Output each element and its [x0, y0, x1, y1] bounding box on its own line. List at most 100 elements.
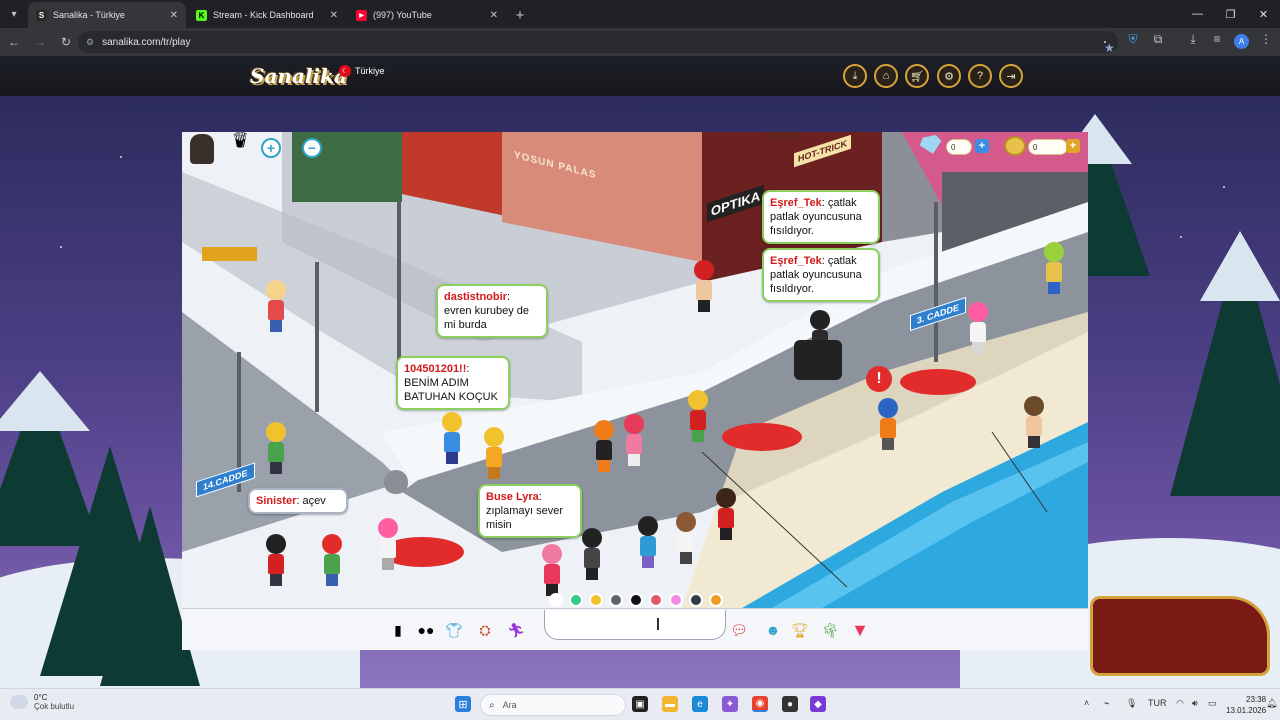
- weather-widget[interactable]: 0°C Çok bulutlu: [10, 693, 74, 711]
- game-canvas[interactable]: YOSUN PALAS OPTIKA HOT-TRICK İSLIDIR 14.…: [182, 132, 1088, 650]
- back-icon[interactable]: ←: [2, 30, 26, 54]
- maximize-icon[interactable]: ❐: [1214, 0, 1247, 28]
- tray-app-icon[interactable]: ⌁: [1104, 698, 1109, 709]
- battery-icon[interactable]: ▭: [1208, 698, 1217, 709]
- avatar-character[interactable]: [676, 512, 696, 564]
- avatar-character[interactable]: [878, 398, 898, 450]
- avatar-character[interactable]: [1044, 242, 1064, 294]
- chat-input[interactable]: [544, 610, 726, 640]
- clock[interactable]: 23:38 13.01.2026: [1226, 694, 1266, 716]
- avatar-character[interactable]: [442, 412, 462, 464]
- add-diamonds-button[interactable]: +: [975, 139, 989, 153]
- trophy-icon[interactable]: 🏆︎: [789, 619, 811, 641]
- alien-avatar[interactable]: [384, 470, 408, 494]
- minimize-icon[interactable]: —: [1181, 0, 1214, 28]
- sanalika-logo[interactable]: Sanalika: [250, 64, 347, 88]
- menu-triangle-icon[interactable]: ▼: [849, 619, 871, 641]
- chrome-icon[interactable]: ◉: [752, 696, 768, 712]
- clothes-icon[interactable]: 👕︎: [443, 619, 465, 641]
- menu-dots-icon[interactable]: ⋮: [1256, 32, 1276, 46]
- emote-icon[interactable]: ●●: [415, 619, 437, 641]
- help-button[interactable]: ?: [968, 64, 992, 88]
- avatar-character[interactable]: [322, 534, 342, 586]
- inventory-icon[interactable]: ⛭: [474, 619, 496, 641]
- avatar-character[interactable]: [694, 260, 714, 312]
- close-tab-icon[interactable]: ✕: [330, 10, 338, 21]
- avatar-character[interactable]: [266, 534, 286, 586]
- avatar-character[interactable]: [716, 488, 736, 540]
- avatar-character[interactable]: [688, 390, 708, 442]
- new-tab-button[interactable]: +: [508, 2, 532, 28]
- url-bar[interactable]: ⚙ sanalika.com/tr/play ★: [78, 31, 1118, 55]
- windows-start-icon[interactable]: ⊞: [455, 696, 471, 712]
- phone-icon[interactable]: ▮: [387, 619, 409, 641]
- copilot-icon[interactable]: ✦: [722, 696, 738, 712]
- settings-button[interactable]: ⚙: [937, 64, 961, 88]
- reading-list-icon[interactable]: ≡: [1207, 32, 1227, 46]
- profile-avatar[interactable]: A: [1234, 34, 1249, 49]
- microphone-icon[interactable]: 🎙︎: [1126, 698, 1137, 709]
- shield-extension-icon[interactable]: ⛨: [1123, 32, 1143, 47]
- tab-sanalika[interactable]: S Sanalika - Türkiye ✕: [28, 2, 186, 28]
- notifications-icon[interactable]: 🔔︎: [1266, 698, 1277, 709]
- gift-icon[interactable]: 🍟︎: [230, 132, 252, 152]
- avatar-character[interactable]: [1024, 396, 1044, 448]
- tab-youtube[interactable]: ▶ (997) YouTube ✕: [348, 2, 506, 28]
- avatar-character[interactable]: [582, 528, 602, 580]
- avatar-character[interactable]: [378, 518, 398, 570]
- island-icon[interactable]: 🌴︎: [819, 619, 841, 641]
- chat-color-black[interactable]: [629, 593, 643, 607]
- chat-bubbles-icon[interactable]: 💬︎: [728, 619, 750, 641]
- chat-color-green[interactable]: [569, 593, 583, 607]
- zoom-in-button[interactable]: +: [261, 138, 281, 158]
- avatar-character[interactable]: [266, 280, 286, 332]
- tab-kick[interactable]: K Stream - Kick Dashboard ✕: [188, 2, 346, 28]
- tray-chevron-icon[interactable]: ˄: [1084, 698, 1089, 708]
- atv-vehicle[interactable]: [794, 340, 842, 380]
- avatar-character[interactable]: [542, 544, 562, 596]
- taskbar-search[interactable]: ⌕ Ara: [480, 694, 626, 716]
- wifi-icon[interactable]: ◠: [1176, 698, 1184, 709]
- forward-icon[interactable]: →: [28, 30, 52, 54]
- volume-icon[interactable]: 🔊︎: [1192, 698, 1198, 709]
- chat-color-slate[interactable]: [609, 593, 623, 607]
- avatar-character[interactable]: [594, 420, 614, 472]
- edge-icon[interactable]: e: [692, 696, 708, 712]
- bookmark-star-icon[interactable]: ★: [1104, 41, 1115, 55]
- avatar-character[interactable]: [266, 422, 286, 474]
- player-avatar[interactable]: [190, 134, 214, 164]
- close-window-icon[interactable]: ✕: [1247, 0, 1280, 28]
- alert-marker-icon[interactable]: !: [866, 366, 892, 392]
- region-selector[interactable]: ☾ Türkiye: [339, 65, 385, 77]
- task-view-icon[interactable]: ▣: [632, 696, 648, 712]
- chat-color-yellow[interactable]: [589, 593, 603, 607]
- avatar-character[interactable]: [968, 302, 988, 354]
- reload-icon[interactable]: ↻: [54, 30, 78, 54]
- add-coins-button[interactable]: +: [1066, 139, 1080, 153]
- dance-icon[interactable]: 🏃︎: [505, 619, 527, 641]
- chat-color-orange[interactable]: [709, 593, 723, 607]
- close-tab-icon[interactable]: ✕: [170, 10, 178, 21]
- shop-button[interactable]: 🛒︎: [905, 64, 929, 88]
- language-indicator[interactable]: TUR: [1148, 698, 1167, 708]
- zoom-out-button[interactable]: −: [302, 138, 322, 158]
- avatar-character[interactable]: [624, 414, 644, 466]
- extensions-icon[interactable]: ⧉: [1148, 32, 1168, 47]
- close-tab-icon[interactable]: ✕: [490, 10, 498, 21]
- site-info-icon[interactable]: ⚙: [86, 37, 94, 48]
- chat-color-dark[interactable]: [689, 593, 703, 607]
- download-button[interactable]: ⤓: [843, 64, 867, 88]
- home-button[interactable]: ⌂: [874, 64, 898, 88]
- chat-color-pink[interactable]: [669, 593, 683, 607]
- avatar-character[interactable]: [638, 516, 658, 568]
- avatar-character[interactable]: [484, 427, 504, 479]
- app-icon[interactable]: ◆: [810, 696, 826, 712]
- downloads-icon[interactable]: ⤓: [1183, 32, 1203, 47]
- logout-button[interactable]: ⇥: [999, 64, 1023, 88]
- pet-icon[interactable]: ☻: [762, 619, 784, 641]
- chat-color-white[interactable]: [549, 593, 563, 607]
- game-scene[interactable]: YOSUN PALAS OPTIKA HOT-TRICK İSLIDIR 14.…: [182, 132, 1088, 608]
- tab-search-icon[interactable]: ▾: [0, 0, 28, 28]
- chat-color-red[interactable]: [649, 593, 663, 607]
- file-explorer-icon[interactable]: ▬: [662, 696, 678, 712]
